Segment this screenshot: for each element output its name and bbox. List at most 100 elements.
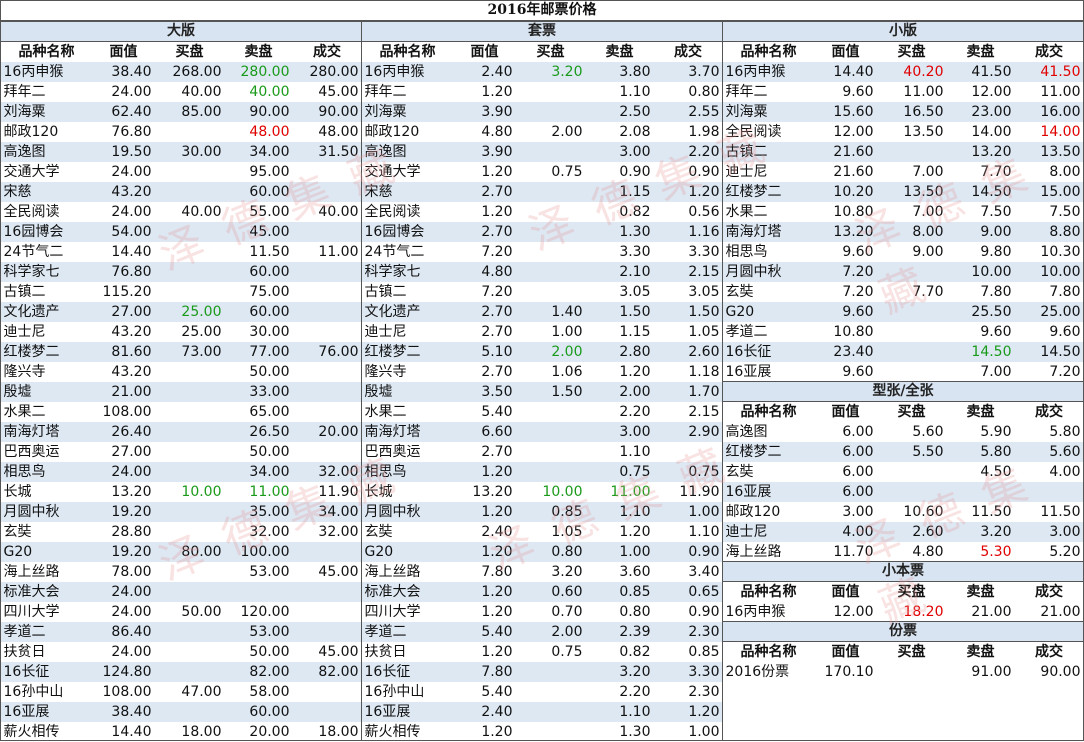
sell-value: 1.00 <box>585 542 654 562</box>
buy-value: 2.60 <box>876 522 947 542</box>
face-value: 7.80 <box>481 563 513 580</box>
sell-value: 2.10 <box>585 262 654 282</box>
stamp-name: G20 <box>361 542 454 562</box>
face-value: 12.00 <box>833 123 874 140</box>
stamp-name: 全民阅读 <box>3 203 60 220</box>
buy-value: 0.80 <box>515 542 586 562</box>
sell-value: 50.00 <box>249 643 290 660</box>
deal-value: 7.20 <box>1049 363 1081 380</box>
sell-value: 10.00 <box>946 262 1015 282</box>
stamp-name: 刘海粟 <box>722 102 815 122</box>
face-value: 3.00 <box>842 503 874 520</box>
buy-value: 268.00 <box>154 62 225 82</box>
face-value: 2.40 <box>453 62 516 82</box>
stamp-name: 24节气二 <box>3 243 64 260</box>
face-value: 9.60 <box>814 302 877 322</box>
buy-value <box>877 322 947 342</box>
stamp-name: 殷墟 <box>361 382 454 402</box>
stamp-name: 红楼梦二 <box>722 182 815 202</box>
section-title: 套票 <box>361 21 723 42</box>
buy-value <box>155 642 225 662</box>
sell-value: 100.00 <box>224 542 293 562</box>
buy-value: 7.00 <box>912 163 944 180</box>
face-value: 10.80 <box>833 323 874 340</box>
table-row: 交通大学 1.20 0.75 0.90 0.90 <box>362 162 723 182</box>
deal-value: 3.30 <box>653 662 723 682</box>
buy-value <box>515 262 586 282</box>
sell-value: 9.60 <box>980 323 1012 340</box>
buy-value <box>154 262 225 282</box>
table-row: 玄奘 28.80 32.00 32.00 <box>1 522 362 542</box>
stamp-name: 宋慈 <box>361 182 454 202</box>
buy-value <box>515 222 586 242</box>
table-row: 拜年二 9.60 11.00 12.00 11.00 <box>723 82 1084 102</box>
sell-value: 20.00 <box>249 723 290 740</box>
buy-value <box>154 502 225 522</box>
stamp-name: 高逸图 <box>361 142 454 162</box>
deal-value: 0.65 <box>653 582 723 602</box>
table-row: 四川大学 1.20 0.70 0.80 0.90 <box>362 602 723 622</box>
sell-value: 0.85 <box>585 582 654 602</box>
table-row: 16长征 23.40 14.50 14.50 <box>722 342 1084 362</box>
deal-value: 0.85 <box>688 643 720 660</box>
table-row: 隆兴寺 43.20 50.00 <box>1 362 362 382</box>
face-value: 13.20 <box>814 222 877 242</box>
face-value: 9.60 <box>842 363 874 380</box>
buy-value: 18.00 <box>181 723 222 740</box>
face-value: 6.00 <box>814 482 877 502</box>
face-value: 1.20 <box>481 203 513 220</box>
table-row: 四川大学 24.00 50.00 120.00 <box>1 602 362 622</box>
sell-value: 14.50 <box>946 182 1015 202</box>
table-row: 文化遗产 2.70 1.40 1.50 1.50 <box>361 302 723 322</box>
buy-value <box>516 442 586 462</box>
deal-value: 2.20 <box>653 142 723 162</box>
deal-value <box>292 582 362 602</box>
face-value: 108.00 <box>102 683 152 700</box>
table-row: 南海灯塔 13.20 8.00 9.00 8.80 <box>722 222 1084 242</box>
daban-table: 大版 品种名称 面值 买盘 卖盘 成交 16丙申猴 38.40 268.00 280.00 280.… <box>0 21 362 742</box>
sell-value: 95.00 <box>249 163 290 180</box>
stamp-name: 16亚展 <box>0 702 93 722</box>
deal-value: 0.90 <box>653 542 723 562</box>
face-value: 14.40 <box>111 723 152 740</box>
deal-value <box>292 262 362 282</box>
stamp-name: 月圆中秋 <box>361 502 454 522</box>
face-value: 19.50 <box>92 142 155 162</box>
stamp-name: 南海灯塔 <box>361 422 454 442</box>
buy-value <box>515 462 586 482</box>
buy-value: 1.06 <box>551 363 583 380</box>
deal-value: 2.15 <box>653 262 723 282</box>
deal-value <box>293 362 362 382</box>
buy-value: 0.75 <box>551 643 583 660</box>
face-value: 2.40 <box>453 702 516 722</box>
face-value: 13.20 <box>111 483 152 500</box>
face-value: 43.20 <box>111 323 152 340</box>
deal-value: 7.50 <box>1049 203 1081 220</box>
sell-value: 40.00 <box>249 83 290 100</box>
face-value: 24.00 <box>111 643 152 660</box>
sell-value: 11.00 <box>610 483 651 500</box>
stamp-name: 相思鸟 <box>725 243 768 260</box>
deal-value: 5.20 <box>1049 543 1081 560</box>
column-header: 卖盘 <box>585 41 654 62</box>
table-row: 2016份票 170.10 91.00 90.00 <box>723 662 1084 682</box>
deal-value: 48.00 <box>318 123 359 140</box>
face-value: 115.20 <box>102 283 152 300</box>
table-row: 月圆中秋 19.20 35.00 34.00 <box>0 502 362 522</box>
stamp-name: 迪士尼 <box>722 522 815 542</box>
column-header: 面值 <box>814 641 877 662</box>
deal-value: 3.30 <box>688 243 720 260</box>
deal-value: 11.00 <box>318 243 359 260</box>
stamp-name: 宋慈 <box>0 182 93 202</box>
stamp-name: 迪士尼 <box>725 163 768 180</box>
table-row: 相思鸟 1.20 0.75 0.75 <box>361 462 723 482</box>
sell-value: 34.00 <box>224 462 293 482</box>
deal-value: 2.90 <box>653 422 723 442</box>
table-row: 全民阅读 12.00 13.50 14.00 14.00 <box>723 122 1084 142</box>
table-row: 16亚展 9.60 7.00 7.20 <box>723 362 1084 382</box>
deal-value: 5.80 <box>1049 423 1081 440</box>
table-row: 扶贫日 24.00 50.00 45.00 <box>1 642 362 662</box>
table-row: 古镇二 21.60 13.20 13.50 <box>722 142 1084 162</box>
face-value: 7.20 <box>842 283 874 300</box>
sell-value: 1.10 <box>619 83 651 100</box>
